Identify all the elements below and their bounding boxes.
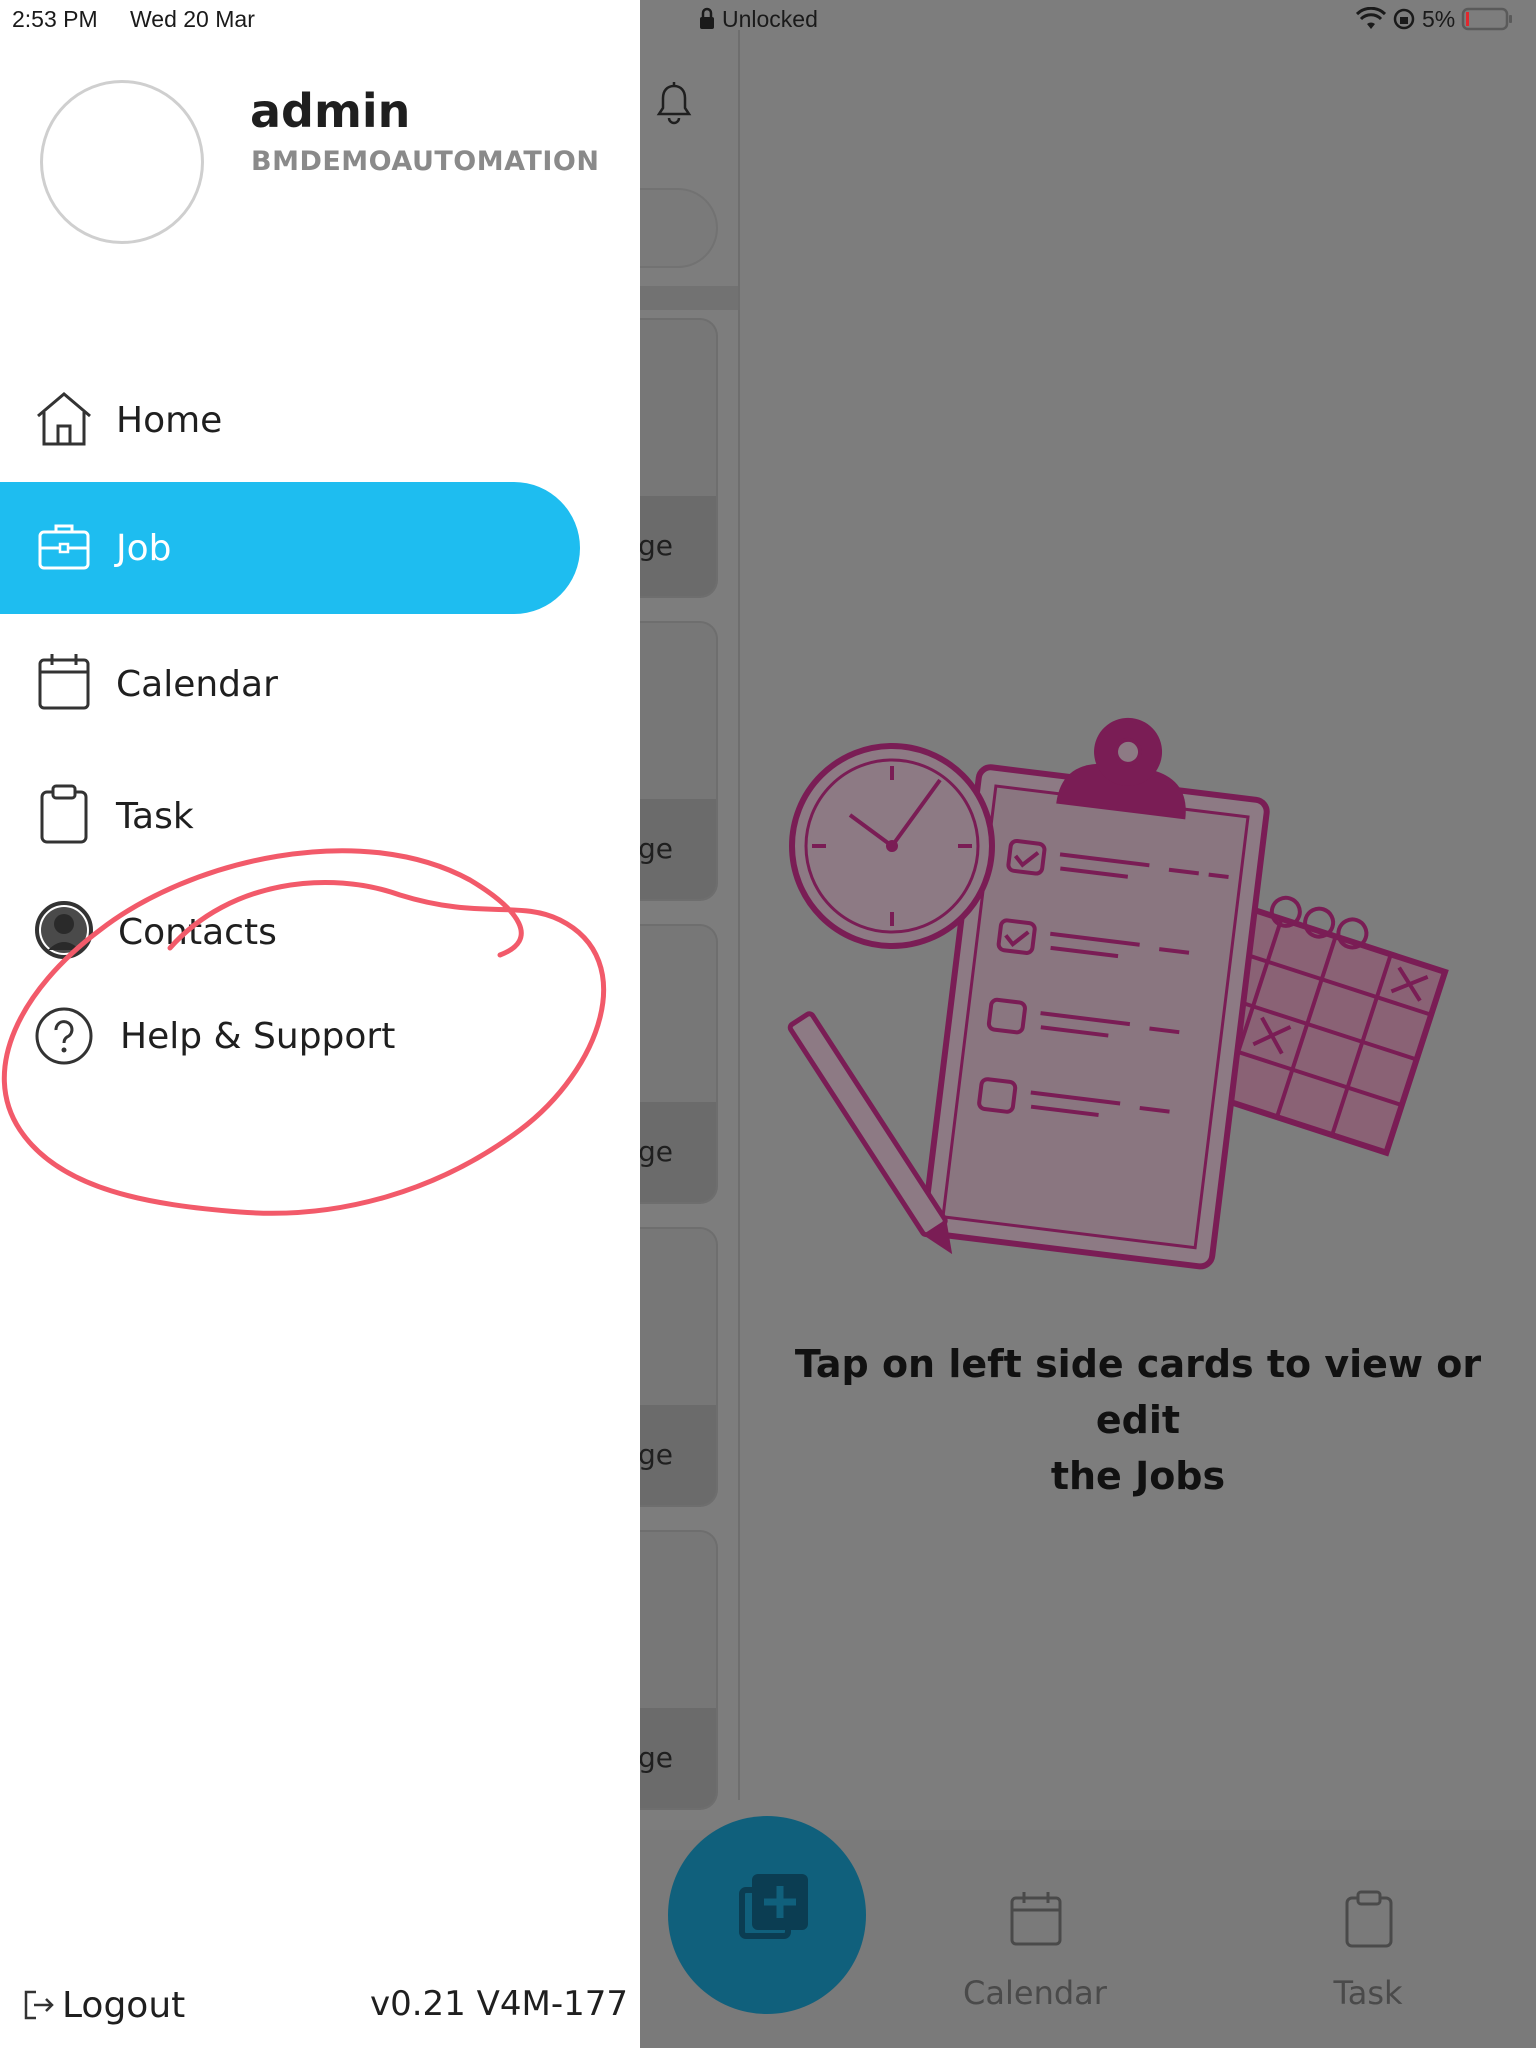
nav-item-label: Task xyxy=(116,795,194,837)
job-card[interactable]: ge xyxy=(638,621,718,901)
card-footer-text: ge xyxy=(638,529,673,562)
add-job-icon xyxy=(739,1874,808,1939)
lock-icon xyxy=(700,7,714,29)
nav-item-label: Job xyxy=(116,527,172,569)
add-job-button[interactable] xyxy=(668,1816,866,2014)
logout-icon xyxy=(24,1990,54,2020)
job-card[interactable]: ge xyxy=(638,1227,718,1507)
empty-state-line-1: Tap on left side cards to view or edit xyxy=(794,1342,1482,1442)
nav-item-home[interactable]: Home xyxy=(0,354,580,486)
app-version: v0.21 V4M-177 xyxy=(369,1984,628,2024)
lock-status-text: Unlocked xyxy=(722,5,818,32)
empty-state-illustration xyxy=(780,700,1500,1280)
avatar[interactable] xyxy=(40,80,204,244)
profile-username: admin xyxy=(250,84,411,138)
tab-calendar-label: Calendar xyxy=(963,1974,1107,2012)
card-footer-text: ge xyxy=(638,1741,673,1774)
nav-item-calendar[interactable]: Calendar xyxy=(0,618,580,750)
nav-item-label: Home xyxy=(116,399,223,441)
job-card[interactable]: ge xyxy=(638,924,718,1204)
empty-state-line-2: the Jobs xyxy=(1050,1454,1226,1498)
battery-icon xyxy=(1462,7,1513,31)
tab-calendar[interactable]: Calendar xyxy=(935,1890,1135,2020)
home-icon xyxy=(37,392,91,446)
briefcase-icon xyxy=(38,524,90,570)
annotation-circle xyxy=(1,848,607,1216)
calendar-tab-icon xyxy=(1010,1892,1062,1946)
nav-item-label: Calendar xyxy=(116,663,278,705)
notification-bell-icon[interactable] xyxy=(654,80,694,128)
logout-label: Logout xyxy=(62,1984,186,2026)
clipboard-icon xyxy=(40,784,88,844)
status-time: 2:53 PM xyxy=(12,6,98,32)
clipboard-illustration-icon xyxy=(921,717,1270,1270)
card-footer-text: ge xyxy=(638,1135,673,1168)
card-footer-text: ge xyxy=(638,1438,673,1471)
status-date: Wed 20 Mar xyxy=(130,6,255,32)
job-card[interactable]: ge xyxy=(638,1530,718,1810)
tab-task-label: Task xyxy=(1333,1974,1403,2012)
nav-item-job[interactable]: Job xyxy=(0,482,580,614)
empty-state-message: Tap on left side cards to view or edit t… xyxy=(760,1336,1516,1504)
lock-status: Unlocked xyxy=(698,4,818,34)
job-card[interactable]: ge xyxy=(638,318,718,598)
logout-button[interactable]: Logout xyxy=(22,1980,185,2030)
rotation-lock-icon xyxy=(1393,8,1415,30)
list-divider xyxy=(738,30,740,1800)
clipboard-tab-icon xyxy=(1345,1890,1393,1948)
status-right: 5% xyxy=(1356,4,1513,34)
wifi-icon xyxy=(1356,7,1386,29)
calendar-icon xyxy=(38,654,90,710)
battery-percent: 5% xyxy=(1422,5,1456,32)
tab-task[interactable]: Task xyxy=(1268,1890,1468,2020)
card-footer-text: ge xyxy=(638,832,673,865)
list-header-strip xyxy=(640,286,738,310)
profile-company: BMDEMOAUTOMATION xyxy=(251,146,600,177)
clock-illustration-icon xyxy=(789,743,995,949)
